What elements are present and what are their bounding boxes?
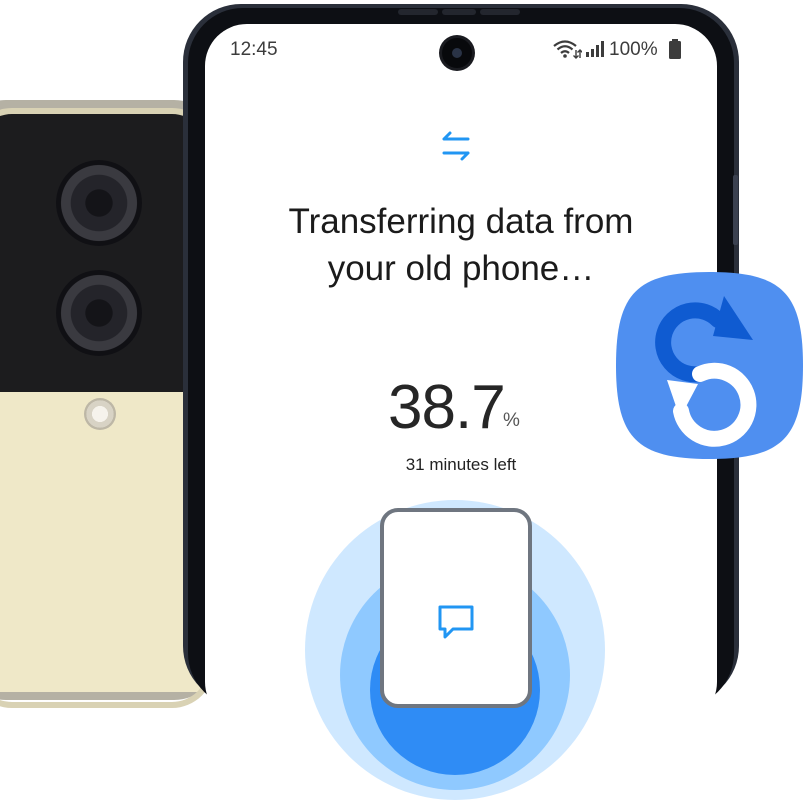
speaker-grille (398, 9, 438, 15)
transfer-arrows-icon (442, 131, 470, 161)
volume-button (733, 175, 738, 245)
battery-icon (669, 39, 681, 59)
signal-icon (586, 41, 604, 57)
progress-value: 38.7 (388, 373, 506, 442)
speaker-grille (442, 9, 476, 15)
battery-percent: 100% (609, 39, 658, 60)
flash-icon (84, 398, 116, 430)
smart-switch-app-icon (616, 272, 803, 459)
speaker-grille (480, 9, 520, 15)
message-icon (438, 605, 474, 639)
front-camera-lens (452, 48, 462, 58)
status-time: 12:45 (230, 39, 278, 60)
wifi-icon (553, 40, 582, 59)
rear-camera-top-icon (56, 160, 142, 246)
progress-unit: % (503, 410, 520, 431)
rear-camera-bottom-icon (56, 270, 142, 356)
